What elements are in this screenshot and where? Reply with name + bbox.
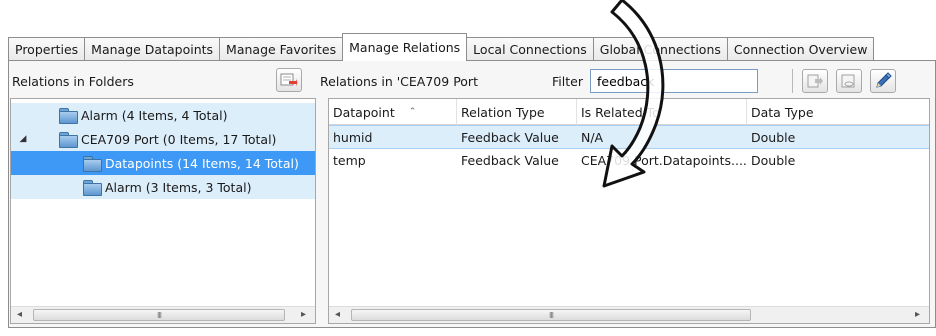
link-icon bbox=[841, 74, 855, 88]
scroll-left-arrow-icon[interactable]: ◂ bbox=[335, 309, 340, 320]
cell-datapoint: temp bbox=[333, 153, 366, 168]
scroll-thumb[interactable]: III bbox=[351, 309, 751, 321]
link-button[interactable] bbox=[836, 69, 862, 93]
tab-strip: Properties Manage Datapoints Manage Favo… bbox=[8, 33, 936, 61]
tree-item-label: Alarm (4 Items, 4 Total) bbox=[81, 107, 228, 123]
tree-item-alarm-sub[interactable]: Alarm (3 Items, 3 Total) bbox=[11, 175, 315, 199]
table-row[interactable]: humid Feedback Value N/A Double bbox=[329, 125, 929, 149]
cell-is-related-to: CEA709 Port.Datapoints.... bbox=[581, 153, 747, 168]
edit-button[interactable] bbox=[870, 69, 896, 93]
tab-manage-datapoints[interactable]: Manage Datapoints bbox=[84, 37, 221, 61]
tree-item-cea709-port[interactable]: ◢ CEA709 Port (0 Items, 17 Total) bbox=[11, 127, 315, 151]
tab-global-connections[interactable]: Global Connections bbox=[592, 37, 728, 61]
folder-icon bbox=[83, 180, 102, 196]
tree-item-datapoints[interactable]: Datapoints (14 Items, 14 Total) bbox=[11, 151, 315, 175]
tab-manage-relations[interactable]: Manage Relations bbox=[342, 33, 468, 61]
column-header-datapoint[interactable]: Datapoint ⌃ bbox=[329, 99, 457, 125]
relations-pane: Relations in 'CEA709 Port Filter Datapoi… bbox=[318, 62, 930, 324]
edit-icon bbox=[876, 72, 892, 88]
folder-tree[interactable]: Alarm (4 Items, 4 Total) ◢ CEA709 Port (… bbox=[10, 98, 316, 324]
column-header-is-related-to[interactable]: Is Related To bbox=[577, 99, 747, 125]
scroll-left-arrow-icon[interactable]: ◂ bbox=[17, 309, 22, 320]
sort-ascending-icon: ⌃ bbox=[408, 107, 417, 117]
cell-is-related-to: N/A bbox=[581, 130, 604, 145]
tree-horizontal-scrollbar[interactable]: ◂ III ▸ bbox=[11, 306, 315, 323]
column-header-relation-type[interactable]: Relation Type bbox=[457, 99, 577, 125]
folder-icon bbox=[59, 108, 78, 124]
tab-properties[interactable]: Properties bbox=[8, 37, 86, 61]
cell-relation-type: Feedback Value bbox=[461, 153, 559, 168]
column-header-data-type[interactable]: Data Type bbox=[747, 99, 929, 125]
relations-folders-pane: Relations in Folders Alarm (4 Items, 4 T… bbox=[10, 62, 316, 324]
table-row[interactable]: temp Feedback Value CEA709 Port.Datapoin… bbox=[329, 149, 929, 173]
filter-label: Filter bbox=[552, 74, 583, 89]
tree-item-label: CEA709 Port (0 Items, 17 Total) bbox=[81, 131, 277, 147]
toolbar-separator bbox=[792, 69, 793, 93]
cell-relation-type: Feedback Value bbox=[461, 130, 559, 145]
scroll-right-arrow-icon[interactable]: ▸ bbox=[915, 309, 920, 320]
tab-connection-overview[interactable]: Connection Overview bbox=[726, 37, 875, 61]
cell-datapoint: humid bbox=[333, 130, 373, 145]
tree-item-label: Datapoints (14 Items, 14 Total) bbox=[105, 155, 299, 171]
add-relation-icon bbox=[280, 73, 298, 86]
collapse-icon[interactable]: ◢ bbox=[11, 134, 35, 144]
scroll-right-arrow-icon[interactable]: ▸ bbox=[301, 309, 306, 320]
tab-manage-favorites[interactable]: Manage Favorites bbox=[219, 37, 344, 61]
filter-input[interactable] bbox=[590, 69, 758, 93]
relations-folders-title: Relations in Folders bbox=[12, 74, 134, 89]
folder-icon bbox=[59, 132, 78, 148]
export-button[interactable] bbox=[802, 69, 828, 93]
relations-table[interactable]: Datapoint ⌃ Relation Type Is Related To … bbox=[328, 98, 930, 324]
export-icon bbox=[807, 74, 823, 88]
scroll-thumb[interactable]: III bbox=[33, 309, 285, 321]
cell-data-type: Double bbox=[751, 130, 796, 145]
cell-data-type: Double bbox=[751, 153, 796, 168]
relations-pane-title: Relations in 'CEA709 Port bbox=[320, 74, 478, 89]
table-header: Datapoint ⌃ Relation Type Is Related To … bbox=[329, 99, 929, 125]
folder-icon bbox=[83, 156, 102, 172]
tab-local-connections[interactable]: Local Connections bbox=[466, 37, 594, 61]
tree-item-label: Alarm (3 Items, 3 Total) bbox=[105, 179, 252, 195]
tree-item-alarm[interactable]: Alarm (4 Items, 4 Total) bbox=[11, 103, 315, 127]
add-relation-button[interactable] bbox=[276, 68, 302, 92]
table-horizontal-scrollbar[interactable]: ◂ III ▸ bbox=[329, 306, 929, 323]
